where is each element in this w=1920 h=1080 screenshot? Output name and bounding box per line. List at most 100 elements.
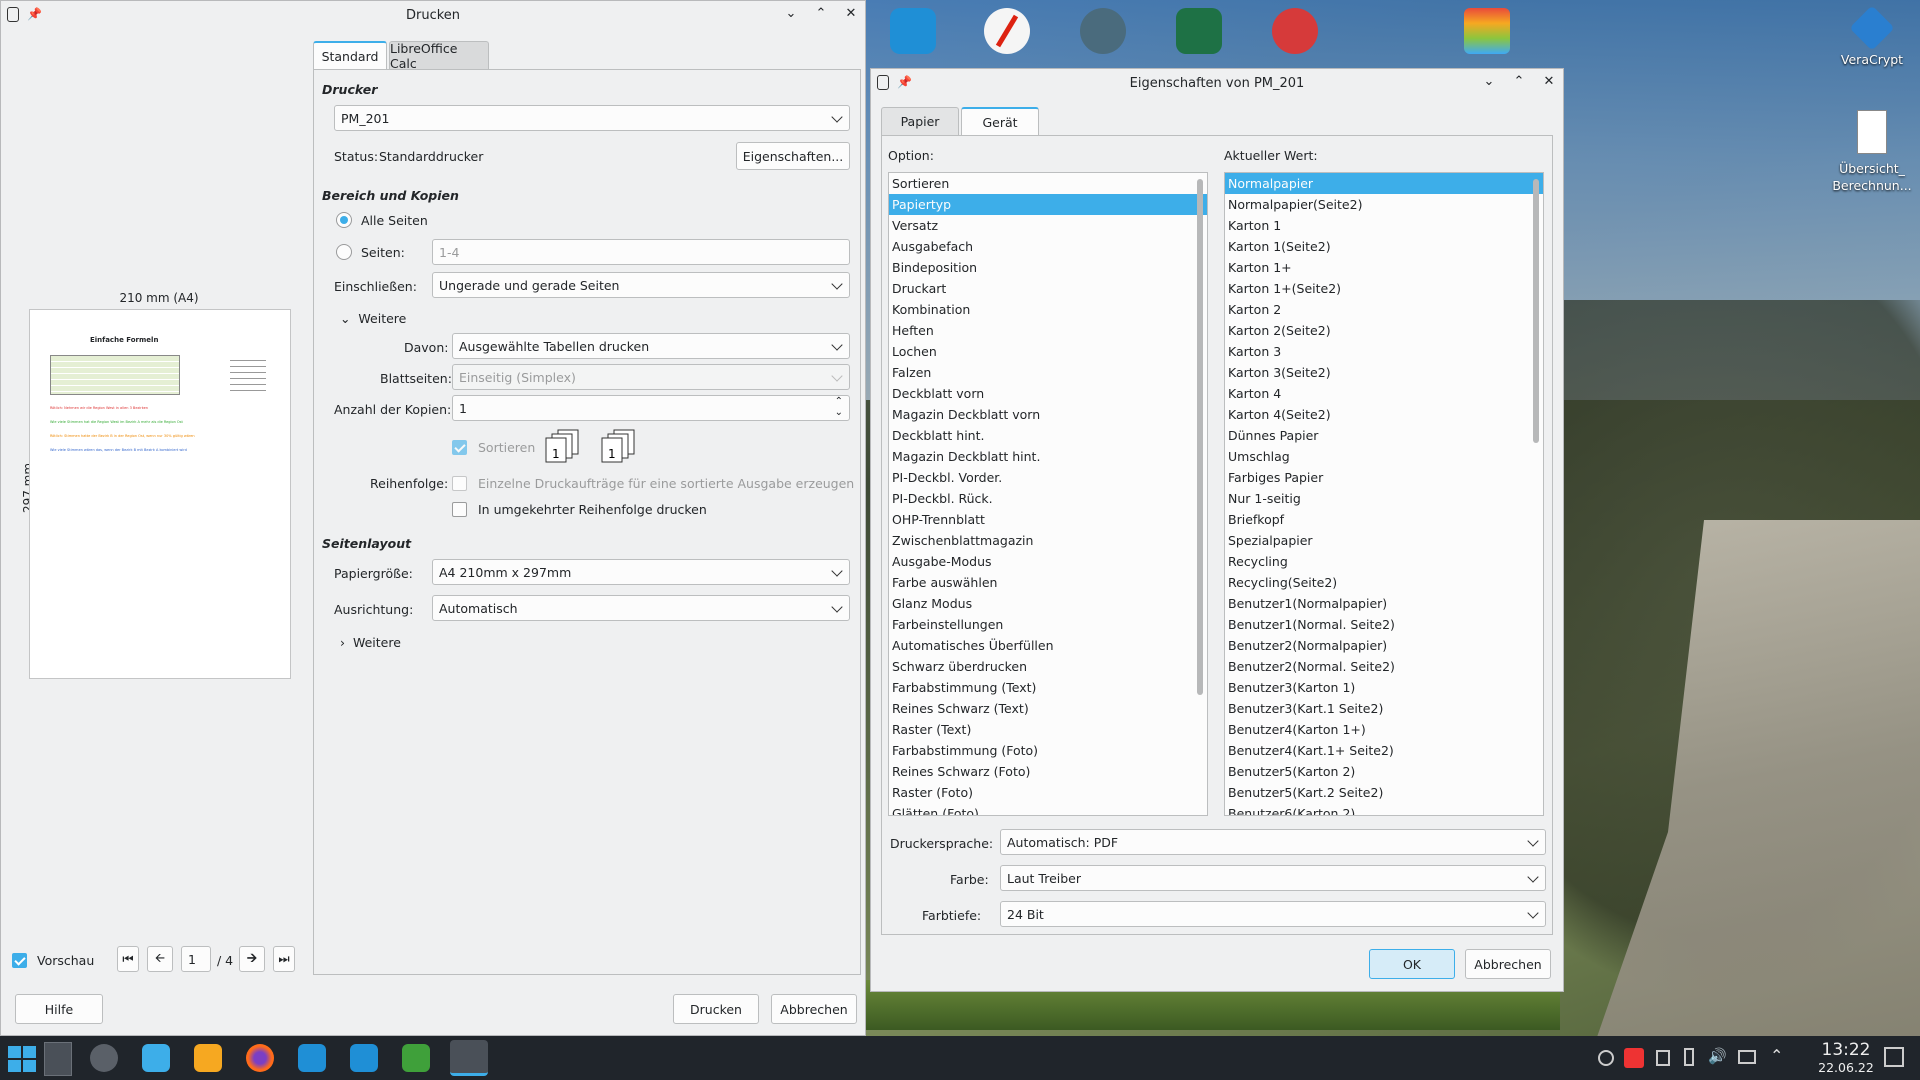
tab-papier[interactable]: Papier	[881, 107, 959, 135]
option-list-item[interactable]: Heften	[889, 320, 1207, 341]
veracrypt-desktop-icon[interactable]: VeraCrypt	[1832, 5, 1912, 78]
last-page-button[interactable]: ⏭	[273, 946, 295, 972]
option-list-item[interactable]: Bindeposition	[889, 257, 1207, 278]
cancel-print-button[interactable]: Abbrechen	[771, 994, 857, 1024]
value-list-item[interactable]: Nur 1-seitig	[1225, 488, 1543, 509]
window-menu-icon[interactable]	[7, 7, 19, 22]
spin-up-icon[interactable]: ⌃	[835, 396, 843, 407]
window-menu-icon[interactable]	[877, 75, 889, 90]
collate-checkbox[interactable]	[452, 440, 467, 455]
value-list-item[interactable]: Karton 2(Seite2)	[1225, 320, 1543, 341]
blattseiten-select[interactable]: Einseitig (Simplex)	[452, 364, 850, 390]
value-list-item[interactable]: Benutzer3(Karton 1)	[1225, 677, 1543, 698]
onlyoffice-icon[interactable]	[1464, 8, 1510, 54]
start-menu-icon[interactable]	[8, 1046, 36, 1072]
discover-store-icon[interactable]	[142, 1044, 170, 1072]
monitor-app-taskbar-icon[interactable]	[298, 1044, 326, 1072]
value-list-item[interactable]: Karton 3(Seite2)	[1225, 362, 1543, 383]
value-list-item[interactable]: Recycling(Seite2)	[1225, 572, 1543, 593]
value-list[interactable]: Normalpapier Normalpapier(Seite2) Karton 1…	[1224, 172, 1544, 816]
value-list-item[interactable]: Dünnes Papier	[1225, 425, 1543, 446]
battery-icon[interactable]	[1684, 1048, 1694, 1066]
option-list-item[interactable]: OHP-Trennblatt	[889, 509, 1207, 530]
option-list-item[interactable]: Raster (Foto)	[889, 782, 1207, 803]
pin-icon[interactable]: 📌	[897, 75, 912, 90]
value-list-item[interactable]: Benutzer4(Karton 1+)	[1225, 719, 1543, 740]
value-list-item[interactable]: Umschlag	[1225, 446, 1543, 467]
option-list-scrollbar[interactable]	[1197, 179, 1203, 695]
maximize-icon[interactable]: ⌃	[813, 5, 829, 21]
option-list-item[interactable]: Farbe auswählen	[889, 572, 1207, 593]
option-list-item[interactable]: Versatz	[889, 215, 1207, 236]
preview-checkbox[interactable]	[12, 953, 27, 968]
pin-icon[interactable]: 📌	[27, 7, 42, 22]
value-list-item[interactable]: Karton 3	[1225, 341, 1543, 362]
option-list-item[interactable]: Ausgabe-Modus	[889, 551, 1207, 572]
option-list-item[interactable]: Falzen	[889, 362, 1207, 383]
option-list-item[interactable]: Farbabstimmung (Foto)	[889, 740, 1207, 761]
include-select[interactable]: Ungerade und gerade Seiten	[432, 272, 850, 298]
value-list-item[interactable]: Benutzer1(Normalpapier)	[1225, 593, 1543, 614]
option-list-item[interactable]: Farbabstimmung (Text)	[889, 677, 1207, 698]
value-list-item[interactable]: Karton 1(Seite2)	[1225, 236, 1543, 257]
option-list-item[interactable]: Deckblatt vorn	[889, 383, 1207, 404]
pages-radio[interactable]	[336, 244, 352, 260]
option-list-item[interactable]: Sortieren	[889, 173, 1207, 194]
option-list-item[interactable]: Glätten (Foto)	[889, 803, 1207, 815]
network-icon[interactable]	[1598, 1050, 1614, 1066]
system-settings-icon[interactable]	[90, 1044, 118, 1072]
remote-desktop-icon[interactable]	[1080, 8, 1126, 54]
value-list-item[interactable]: Benutzer4(Kart.1+ Seite2)	[1225, 740, 1543, 761]
page-number-input[interactable]: 1	[181, 946, 211, 972]
print-button[interactable]: Drucken	[673, 994, 759, 1024]
value-list-item[interactable]: Karton 1+(Seite2)	[1225, 278, 1543, 299]
clipboard-icon[interactable]	[1656, 1050, 1670, 1066]
option-list-item[interactable]: Ausgabefach	[889, 236, 1207, 257]
value-list-item[interactable]: Benutzer2(Normal. Seite2)	[1225, 656, 1543, 677]
previous-page-button[interactable]: 🡨	[147, 946, 173, 972]
tab-standard[interactable]: Standard	[313, 41, 387, 69]
value-list-item[interactable]: Benutzer1(Normal. Seite2)	[1225, 614, 1543, 635]
all-pages-radio[interactable]	[336, 212, 352, 228]
option-list-item[interactable]: Kombination	[889, 299, 1207, 320]
pdf-app-icon[interactable]	[984, 8, 1030, 54]
option-list-item[interactable]: Schwarz überdrucken	[889, 656, 1207, 677]
value-list-item[interactable]: Normalpapier(Seite2)	[1225, 194, 1543, 215]
value-list-item[interactable]: Karton 2	[1225, 299, 1543, 320]
value-list-item[interactable]: Benutzer2(Normalpapier)	[1225, 635, 1543, 656]
ok-button[interactable]: OK	[1369, 949, 1455, 979]
option-list-item[interactable]: Reines Schwarz (Text)	[889, 698, 1207, 719]
option-list-item[interactable]: Papiertyp	[889, 194, 1207, 215]
libreoffice-document-icon[interactable]	[450, 1040, 488, 1076]
orientation-select[interactable]: Automatisch	[432, 595, 850, 621]
value-list-item[interactable]: Karton 4(Seite2)	[1225, 404, 1543, 425]
value-list-item[interactable]: Benutzer6(Karton 2)	[1225, 803, 1543, 815]
option-list-item[interactable]: Automatisches Überfüllen	[889, 635, 1207, 656]
properties-button[interactable]: Eigenschaften...	[736, 142, 850, 170]
tab-libreoffice-calc[interactable]: LibreOffice Calc	[389, 41, 489, 71]
tray-expand-icon[interactable]: ⌃	[1770, 1046, 1783, 1065]
excel-icon[interactable]	[1176, 8, 1222, 54]
firefox-icon[interactable]	[246, 1044, 274, 1072]
option-list-item[interactable]: Farbeinstellungen	[889, 614, 1207, 635]
cancel-properties-button[interactable]: Abbrechen	[1465, 949, 1551, 979]
option-list[interactable]: Sortieren Papiertyp Versatz Ausgabefach Bind…	[888, 172, 1208, 816]
next-page-button[interactable]: 🡪	[239, 946, 265, 972]
value-list-item[interactable]: Normalpapier	[1225, 173, 1543, 194]
spin-down-icon[interactable]: ⌄	[835, 407, 843, 418]
value-list-item[interactable]: Karton 1+	[1225, 257, 1543, 278]
paper-size-select[interactable]: A4 210mm x 297mm	[432, 559, 850, 585]
value-list-item[interactable]: Spezialpapier	[1225, 530, 1543, 551]
value-list-item[interactable]: Benutzer5(Kart.2 Seite2)	[1225, 782, 1543, 803]
pages-input[interactable]: 1-4	[432, 239, 850, 265]
separate-jobs-checkbox[interactable]	[452, 476, 467, 491]
option-list-item[interactable]: Reines Schwarz (Foto)	[889, 761, 1207, 782]
display-icon[interactable]	[1738, 1050, 1756, 1064]
color-select[interactable]: Laut Treiber	[1000, 865, 1546, 891]
volume-icon[interactable]: 🔊	[1708, 1047, 1727, 1065]
option-list-item[interactable]: Deckblatt hint.	[889, 425, 1207, 446]
anydesk-tray-icon[interactable]	[1624, 1048, 1644, 1068]
spreadsheet-desktop-icon[interactable]: Übersicht_ Berechnun...	[1832, 110, 1912, 200]
printer-language-select[interactable]: Automatisch: PDF	[1000, 829, 1546, 855]
reverse-order-checkbox[interactable]	[452, 502, 467, 517]
